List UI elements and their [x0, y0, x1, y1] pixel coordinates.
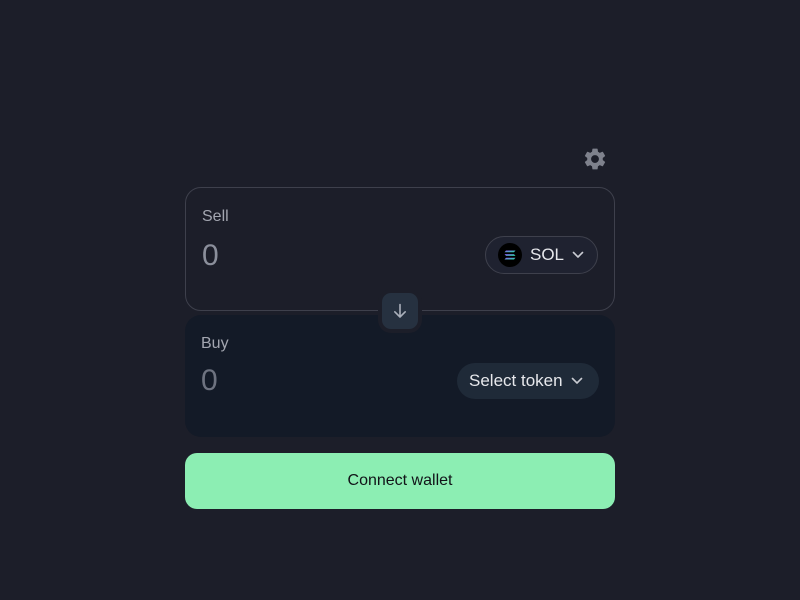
- sell-label: Sell: [202, 208, 229, 225]
- connect-wallet-button[interactable]: Connect wallet: [185, 453, 615, 509]
- select-token-label: Select token: [469, 371, 563, 390]
- buy-label: Buy: [201, 335, 229, 352]
- swap-widget: Sell SOL: [0, 0, 800, 600]
- buy-token-selector[interactable]: Select token: [457, 363, 599, 399]
- solana-logo-icon: [498, 243, 522, 267]
- gear-icon: [584, 148, 606, 170]
- chevron-down-icon: [571, 377, 583, 385]
- arrow-down-icon: [394, 303, 406, 318]
- sell-token-symbol: SOL: [530, 245, 565, 264]
- switch-tokens-button[interactable]: [382, 293, 418, 329]
- buy-panel: Buy Select token: [185, 315, 615, 437]
- chevron-down-icon: [572, 251, 584, 259]
- sell-token-selector[interactable]: SOL: [485, 236, 598, 274]
- buy-amount-input[interactable]: [201, 361, 431, 401]
- settings-button[interactable]: [582, 146, 608, 172]
- sell-amount-input[interactable]: [202, 236, 432, 276]
